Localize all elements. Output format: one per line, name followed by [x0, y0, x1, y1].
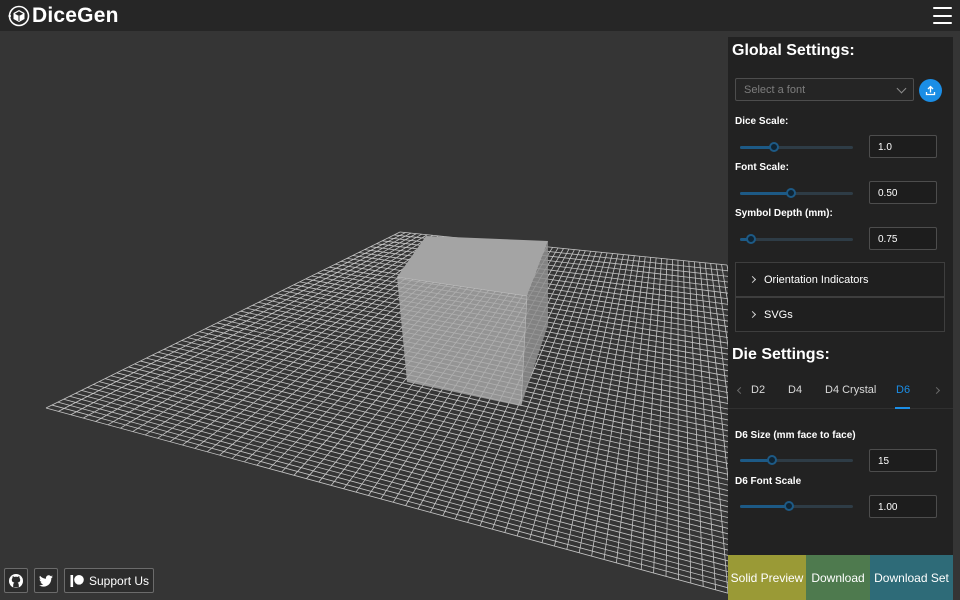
font-scale-input[interactable]: 0.50 [869, 181, 937, 204]
download-button[interactable]: Download [806, 555, 870, 600]
app-title: DiceGen [32, 3, 119, 27]
support-us-label: Support Us [89, 573, 150, 588]
dice-logo-icon [8, 5, 30, 26]
die-tabs: D2 D4 D4 Crystal D6 [728, 379, 953, 409]
top-bar: DiceGen [0, 0, 960, 31]
global-settings-title: Global Settings: [732, 42, 855, 59]
download-set-button[interactable]: Download Set [870, 555, 953, 600]
upload-icon [925, 85, 936, 96]
twitter-icon [39, 574, 53, 587]
d6-size-slider[interactable] [740, 455, 853, 465]
d6-size-input[interactable]: 15 [869, 449, 937, 472]
twitter-button[interactable] [34, 568, 58, 593]
tab-d2[interactable]: D2 [751, 384, 765, 396]
chevron-right-icon [748, 310, 757, 319]
d6-font-scale-input[interactable]: 1.00 [869, 495, 937, 518]
font-scale-slider[interactable] [740, 188, 853, 198]
hamburger-menu-icon[interactable] [933, 7, 952, 24]
font-select[interactable]: Select a font [735, 78, 914, 101]
active-tab-indicator [895, 407, 910, 409]
d6-size-label: D6 Size (mm face to face) [735, 430, 856, 441]
orientation-indicators-label: Orientation Indicators [764, 273, 869, 286]
symbol-depth-label: Symbol Depth (mm): [735, 208, 833, 219]
github-button[interactable] [4, 568, 28, 593]
symbol-depth-input[interactable]: 0.75 [869, 227, 937, 250]
orientation-indicators-section[interactable]: Orientation Indicators [735, 262, 945, 297]
patreon-icon [70, 574, 84, 587]
d6-font-scale-slider[interactable] [740, 501, 853, 511]
action-buttons: Solid Preview Download Download Set [728, 555, 953, 600]
chevron-left-icon[interactable] [736, 386, 745, 395]
tab-d4-crystal[interactable]: D4 Crystal [825, 384, 876, 396]
dice-scale-slider[interactable] [740, 142, 853, 152]
solid-preview-button[interactable]: Solid Preview [728, 555, 806, 600]
github-icon [9, 573, 23, 588]
dice-scale-input[interactable]: 1.0 [869, 135, 937, 158]
tab-d4[interactable]: D4 [788, 384, 802, 396]
font-scale-label: Font Scale: [735, 162, 789, 173]
symbol-depth-slider[interactable] [740, 234, 853, 244]
font-select-placeholder: Select a font [744, 84, 806, 96]
3d-viewport[interactable] [0, 31, 728, 600]
settings-panel: Global Settings: Select a font Dice Scal… [728, 37, 953, 600]
social-buttons: Support Us [4, 568, 155, 593]
chevron-right-icon[interactable] [932, 386, 941, 395]
die-settings-title: Die Settings: [732, 346, 830, 363]
grid-scene [45, 231, 728, 594]
chevron-right-icon [748, 275, 757, 284]
support-us-button[interactable]: Support Us [64, 568, 155, 593]
svgs-label: SVGs [764, 308, 793, 321]
logo[interactable]: DiceGen [8, 4, 119, 27]
chevron-down-icon [896, 83, 907, 94]
cube-preview [396, 236, 548, 407]
d6-font-scale-label: D6 Font Scale [735, 476, 802, 487]
tab-d6[interactable]: D6 [896, 384, 910, 396]
upload-font-button[interactable] [919, 79, 942, 102]
dice-scale-label: Dice Scale: [735, 116, 789, 127]
svgs-section[interactable]: SVGs [735, 297, 945, 332]
